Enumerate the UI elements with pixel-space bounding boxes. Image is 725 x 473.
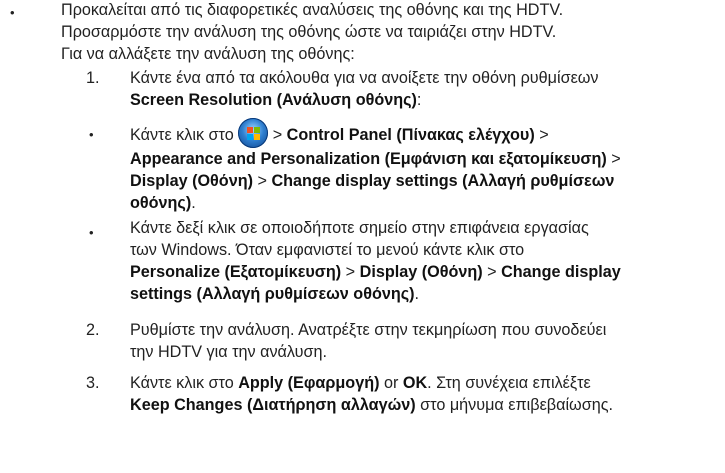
sub-2-line-4: settings (Αλλαγή ρυθμίσεων οθόνης). [130, 285, 420, 303]
intro-line-2: Προσαρμόστε την ανάλυση της οθόνης ώστε … [61, 23, 557, 41]
intro-line-1: Προκαλείται από τις διαφορετικές αναλύσε… [61, 1, 564, 19]
sub-1-line-3: Display (Οθόνη) > Change display setting… [130, 172, 615, 190]
sub-1-line-2: Appearance and Personalization (Εμφάνιση… [130, 150, 621, 168]
windows-start-orb-icon[interactable] [238, 118, 269, 148]
ok-label: OK [402, 374, 428, 392]
apply-label: Apply (Εφαρμογή) [238, 374, 380, 392]
step-2-line-1: Ρυθμίστε την ανάλυση. Ανατρέξτε στην τεκ… [130, 321, 607, 339]
screen-resolution-label: Screen Resolution (Ανάλυση οθόνης) [130, 91, 417, 109]
step-3-number: 3. [86, 374, 100, 392]
sub-2-bullet: • [89, 225, 94, 240]
change-display-label: Change display [501, 263, 621, 281]
intro-line-3: Για να αλλάξετε την ανάλυση της οθόνης: [61, 45, 355, 63]
sub-2-line-1: Κάντε δεξί κλικ σε οποιοδήποτε σημείο στ… [130, 219, 589, 237]
help-document: • Προκαλείται από τις διαφορετικές αναλύ… [0, 0, 725, 473]
sub-1-bullet: • [89, 127, 94, 142]
keep-changes-label: Keep Changes (Διατήρηση αλλαγών) [130, 396, 416, 414]
step-3-line-2: Keep Changes (Διατήρηση αλλαγών) στο μήν… [130, 396, 613, 414]
sub-2-line-3: Personalize (Εξατομίκευση) > Display (Οθ… [130, 263, 621, 281]
appearance-label: Appearance and Personalization (Εμφάνιση… [130, 150, 607, 168]
display-label-2: Display (Οθόνη) [359, 263, 483, 281]
sub-2-line-2: των Windows. Όταν εμφανιστεί το μενού κά… [130, 241, 525, 259]
intro-bullet: • [10, 5, 15, 20]
step-2-line-2: την HDTV για την ανάλυση. [130, 343, 327, 361]
display-label: Display (Οθόνη) [130, 172, 253, 190]
step-2-number: 2. [86, 321, 100, 339]
control-panel-label: Control Panel (Πίνακας ελέγχου) [286, 126, 535, 144]
change-display-settings-label: Change display settings (Αλλαγή ρυθμίσεω… [271, 172, 615, 190]
sub-1-line-4: οθόνης). [130, 194, 196, 212]
personalize-label: Personalize (Εξατομίκευση) [130, 263, 342, 281]
step-3-line-1: Κάντε κλικ στο Apply (Εφαρμογή) or OK. Σ… [130, 374, 591, 392]
step-1-line-2: Screen Resolution (Ανάλυση οθόνης): [130, 91, 422, 109]
step-1-line-1: Κάντε ένα από τα ακόλουθα για να ανοίξετ… [130, 69, 599, 87]
step-1-number: 1. [86, 69, 100, 87]
sub-1-line-1: Κάντε κλικ στο > Control Panel (Πίνακας … [130, 118, 720, 148]
